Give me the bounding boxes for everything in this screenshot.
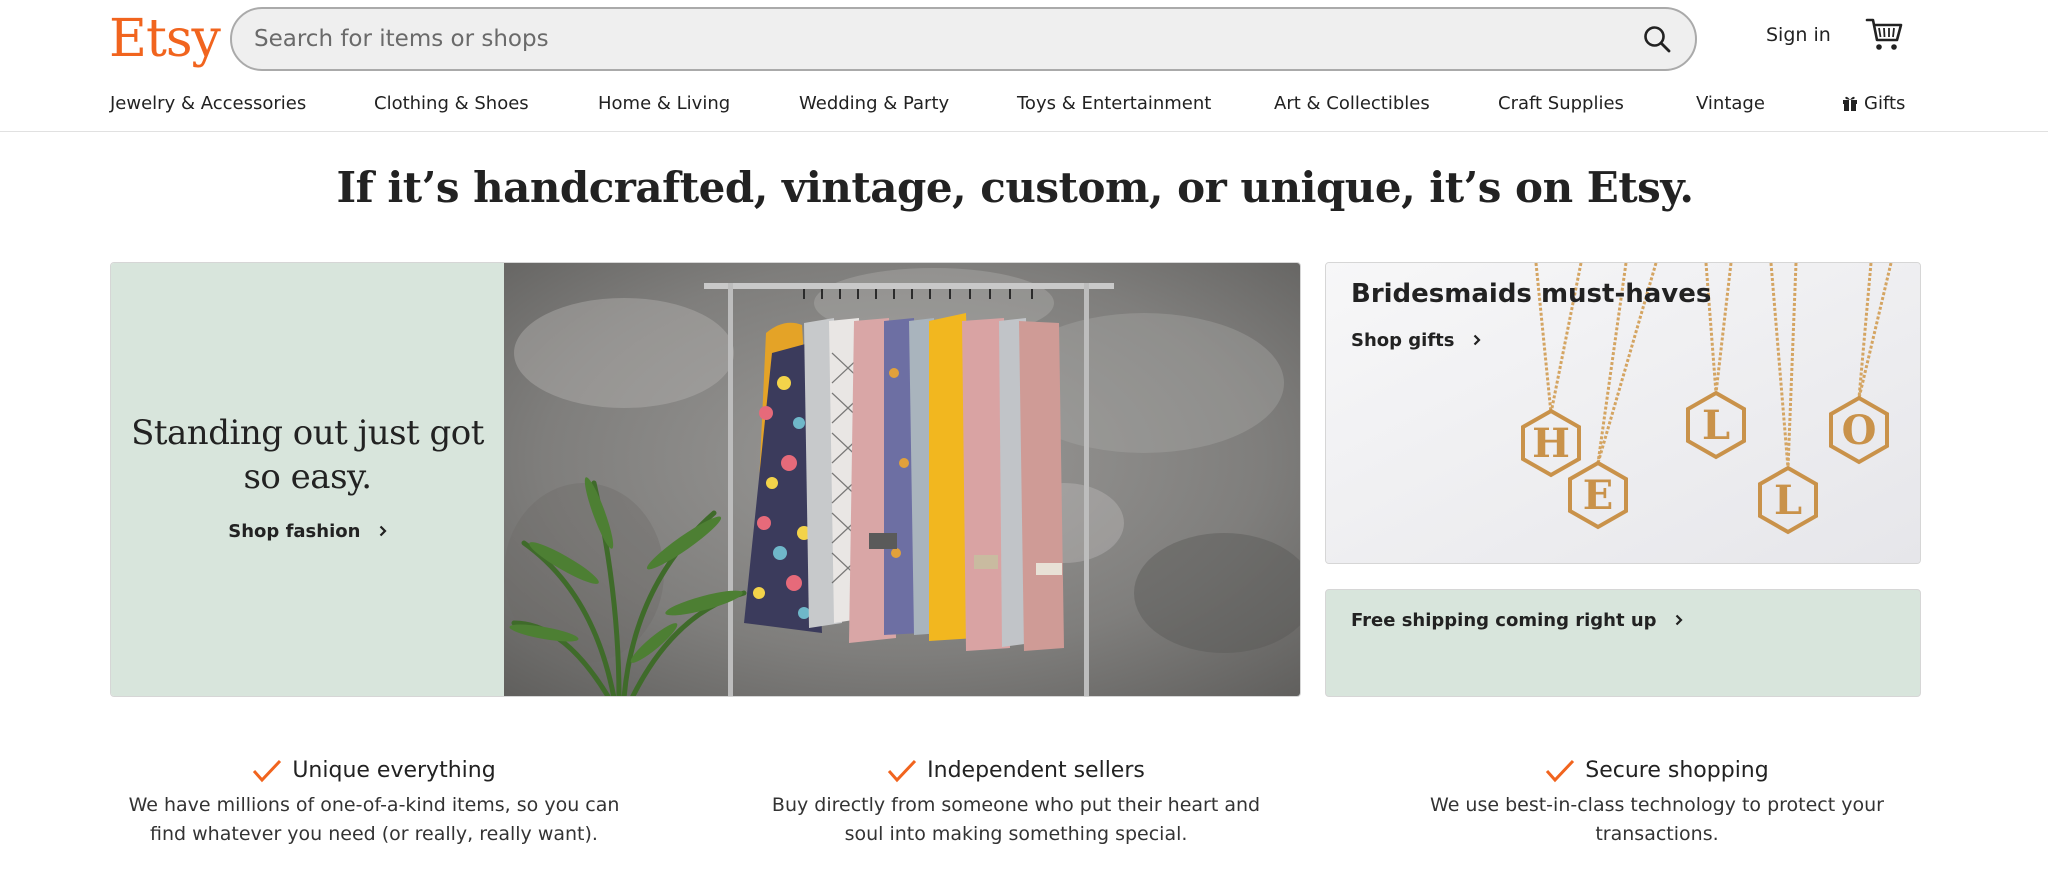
etsy-logo[interactable]: Etsy <box>109 4 221 74</box>
nav-item-clothing-shoes[interactable]: Clothing & Shoes <box>374 93 529 114</box>
bridesmaids-promo-card[interactable]: H E L L O Bridesmaids must-haves Shop gi… <box>1325 262 1921 564</box>
site-header: Etsy Sign in Jewelry & Accessories Cloth… <box>0 0 2048 132</box>
value-prop-title: Unique everything <box>292 758 496 783</box>
chevron-right-icon <box>379 525 387 537</box>
value-prop-title: Independent sellers <box>927 758 1145 783</box>
pendant-letter: O <box>1842 407 1877 454</box>
value-prop-description: We use best-in-class technology to prote… <box>1430 794 1884 845</box>
cart-icon <box>1865 18 1903 50</box>
nav-item-toys-entertainment[interactable]: Toys & Entertainment <box>1017 93 1211 114</box>
nav-item-gifts-label: Gifts <box>1864 93 1906 114</box>
shop-fashion-link[interactable]: Shop fashion <box>111 521 504 542</box>
value-prop-heading: Unique everything <box>114 758 634 783</box>
checkmark-icon <box>888 759 917 782</box>
value-prop-unique: Unique everything We have millions of on… <box>114 758 634 849</box>
hero-banner[interactable]: Standing out just got so easy. Shop fash… <box>110 262 1301 697</box>
value-prop-heading: Independent sellers <box>756 758 1276 783</box>
pendant-letter: H <box>1532 420 1570 467</box>
category-nav: Jewelry & Accessories Clothing & Shoes H… <box>0 90 2048 120</box>
nav-item-vintage[interactable]: Vintage <box>1696 93 1765 114</box>
shop-gifts-link[interactable]: Shop gifts <box>1351 330 1481 351</box>
free-shipping-label: Free shipping coming right up <box>1351 610 1657 631</box>
shop-fashion-label: Shop fashion <box>228 521 361 542</box>
nav-item-home-living[interactable]: Home & Living <box>598 93 730 114</box>
pendant-letter: L <box>1774 477 1802 524</box>
search-button[interactable] <box>1633 15 1681 63</box>
sign-in-link[interactable]: Sign in <box>1766 24 1831 46</box>
nav-item-craft-supplies[interactable]: Craft Supplies <box>1498 93 1624 114</box>
value-prop-title: Secure shopping <box>1585 758 1769 783</box>
bridesmaids-title: Bridesmaids must-haves <box>1351 279 1712 309</box>
search-input[interactable] <box>254 19 1594 59</box>
nav-item-jewelry-accessories[interactable]: Jewelry & Accessories <box>110 93 306 114</box>
search-bar <box>230 7 1697 71</box>
value-prop-sellers: Independent sellers Buy directly from so… <box>756 758 1276 849</box>
checkmark-icon <box>253 759 282 782</box>
free-shipping-promo-card[interactable]: Free shipping coming right up <box>1325 589 1921 697</box>
nav-item-art-collectibles[interactable]: Art & Collectibles <box>1274 93 1430 114</box>
clothing-rack-photo <box>504 263 1300 696</box>
chevron-right-icon <box>1473 334 1481 346</box>
page-headline: If it’s handcrafted, vintage, custom, or… <box>336 163 1695 212</box>
nav-item-gifts[interactable]: Gifts <box>1842 93 1905 114</box>
chevron-right-icon <box>1675 614 1683 626</box>
checkmark-icon <box>1546 759 1575 782</box>
pendant-letter: E <box>1583 472 1614 519</box>
shop-gifts-label: Shop gifts <box>1351 330 1455 351</box>
value-prop-description: We have millions of one-of-a-kind items,… <box>128 794 620 845</box>
value-prop-description: Buy directly from someone who put their … <box>771 794 1261 845</box>
pendant-letter: L <box>1702 402 1730 449</box>
search-icon <box>1644 26 1671 53</box>
gift-icon <box>1843 96 1857 111</box>
free-shipping-link[interactable]: Free shipping coming right up <box>1351 610 1683 631</box>
value-prop-secure: Secure shopping We use best-in-class tec… <box>1397 758 1917 849</box>
value-prop-heading: Secure shopping <box>1397 758 1917 783</box>
cart-button[interactable] <box>1865 16 1905 56</box>
nav-item-wedding-party[interactable]: Wedding & Party <box>799 93 949 114</box>
hero-text-panel: Standing out just got so easy. Shop fash… <box>111 263 504 696</box>
hero-title: Standing out just got so easy. <box>131 413 484 497</box>
